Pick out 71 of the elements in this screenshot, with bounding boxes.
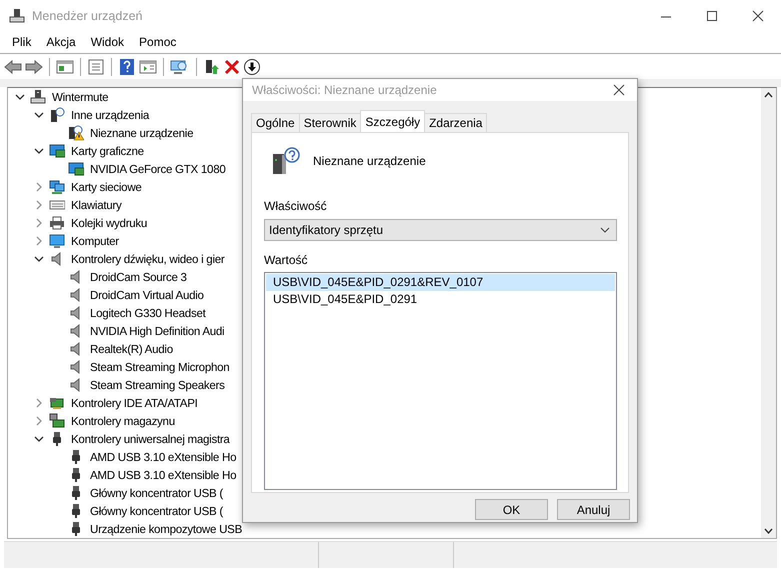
- maximize-icon[interactable]: [706, 10, 718, 22]
- monitor-icon: [49, 233, 65, 249]
- scroll-up-icon[interactable]: [764, 92, 773, 98]
- graphics-card-icon: [68, 161, 84, 177]
- computer-icon: [30, 89, 46, 105]
- tree-item[interactable]: NVIDIA High Definition Audi: [88, 324, 226, 338]
- tree-item[interactable]: Karty graficzne: [69, 144, 146, 158]
- tree-item[interactable]: Kontrolery dźwięku, wideo i gier: [69, 252, 226, 266]
- tree-item[interactable]: NVIDIA GeForce GTX 1080: [88, 162, 228, 176]
- device-warning-icon: [68, 125, 84, 141]
- value-list[interactable]: USB\VID_045E&PID_0291&REV_0107 USB\VID_045E&PID_0291: [264, 272, 617, 490]
- value-label: Wartość: [264, 253, 309, 269]
- close-icon[interactable]: [752, 10, 764, 22]
- tree-item[interactable]: AMD USB 3.10 eXtensible Ho: [88, 450, 238, 464]
- tab[interactable]: Szczegóły: [360, 110, 426, 132]
- tree-item[interactable]: Komputer: [69, 234, 121, 248]
- app-icon: [9, 8, 25, 24]
- tree-item[interactable]: Wintermute: [50, 90, 110, 104]
- tree-item[interactable]: Klawiatury: [69, 198, 124, 212]
- tree-item[interactable]: Karty sieciowe: [69, 180, 144, 194]
- properties-icon[interactable]: [87, 58, 105, 74]
- tree-item[interactable]: Inne urządzenia: [69, 108, 152, 122]
- menu-item[interactable]: Akcja: [38, 35, 83, 49]
- tree-item[interactable]: Steam Streaming Microphon: [88, 360, 232, 374]
- network-icon: [49, 179, 65, 195]
- tree-item[interactable]: Steam Streaming Speakers: [88, 378, 227, 392]
- action-pane-icon[interactable]: [139, 58, 157, 74]
- tree-item[interactable]: AMD USB 3.10 eXtensible Ho: [88, 468, 238, 482]
- dialog-title: Właściwości: Nieznane urządzenie: [252, 83, 438, 97]
- property-dropdown[interactable]: Identyfikatory sprzętu: [264, 219, 617, 241]
- device-name: Nieznane urządzenie: [313, 154, 426, 168]
- tree-item[interactable]: Urządzenie kompozytowe USB: [88, 522, 244, 536]
- menu-item[interactable]: Pomoc: [131, 35, 184, 49]
- tree-item[interactable]: Kontrolery magazynu: [69, 414, 177, 428]
- tree-item[interactable]: Kontrolery IDE ATA/ATAPI: [69, 396, 200, 410]
- storage-controller-icon: [49, 413, 65, 429]
- tree-item[interactable]: DroidCam Virtual Audio: [88, 288, 206, 302]
- tree-item[interactable]: Kolejki wydruku: [69, 216, 150, 230]
- window-title: Menedżer urządzeń: [32, 8, 144, 22]
- delete-icon[interactable]: [224, 58, 240, 74]
- help-icon[interactable]: [118, 58, 136, 74]
- tree-item[interactable]: Główny koncentrator USB (: [88, 504, 225, 518]
- forward-arrow-icon[interactable]: [25, 58, 43, 74]
- tree-item[interactable]: Realtek(R) Audio: [88, 342, 175, 356]
- back-arrow-icon[interactable]: [4, 58, 22, 74]
- property-label: Właściwość: [264, 199, 328, 215]
- tree-item[interactable]: Logitech G330 Headset: [88, 306, 208, 320]
- tab[interactable]: Ogólne: [251, 113, 300, 132]
- printer-icon: [49, 215, 65, 231]
- cancel-button[interactable]: Anuluj: [557, 499, 630, 520]
- device-question-icon: [271, 146, 301, 176]
- value-item[interactable]: USB\VID_045E&PID_0291: [266, 291, 615, 308]
- controller-card-icon: [49, 395, 65, 411]
- console-tree-icon[interactable]: [56, 58, 74, 74]
- unknown-device-icon: [49, 107, 65, 123]
- tab[interactable]: Zdarzenia: [424, 113, 488, 132]
- tree-item[interactable]: Nieznane urządzenie: [88, 126, 196, 140]
- menu-item[interactable]: Plik: [4, 35, 38, 49]
- scrollbar[interactable]: [761, 88, 776, 538]
- dropdown-caret-icon: [600, 227, 610, 233]
- scroll-down-icon[interactable]: [764, 528, 773, 534]
- update-driver-icon[interactable]: [203, 58, 221, 74]
- graphics-card-icon: [49, 143, 65, 159]
- tree-item[interactable]: Kontrolery uniwersalnej magistra: [69, 432, 232, 446]
- menu-item[interactable]: Widok: [82, 35, 132, 49]
- download-circle-icon[interactable]: [243, 58, 261, 76]
- ok-button[interactable]: OK: [475, 499, 548, 520]
- tree-item[interactable]: Główny koncentrator USB (: [88, 486, 225, 500]
- value-item[interactable]: USB\VID_045E&PID_0291&REV_0107: [266, 274, 615, 291]
- close-icon[interactable]: [613, 84, 625, 96]
- tree-item[interactable]: DroidCam Source 3: [88, 270, 189, 284]
